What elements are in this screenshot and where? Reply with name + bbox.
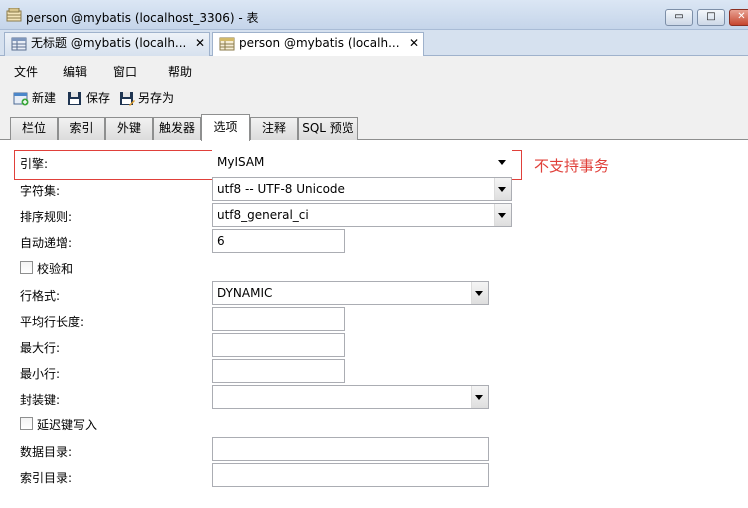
data-directory-input[interactable] (212, 437, 489, 461)
minimize-button[interactable]: ▭ (665, 9, 693, 26)
index-directory-label: 索引目录: (20, 471, 73, 485)
toolbar: 新建 保存 另存为 (0, 84, 748, 114)
tab-indexes[interactable]: 索引 (58, 117, 105, 140)
save-as-button[interactable]: 另存为 (119, 90, 174, 108)
checksum-label: 校验和 (37, 262, 74, 276)
close-window-button[interactable]: ✕ (729, 9, 748, 26)
menu-file[interactable]: 文件 (14, 63, 38, 80)
annotation-note: 不支持事务 (534, 157, 610, 175)
charset-label: 字符集: (20, 184, 61, 198)
doc-tab-label: 无标题 @mybatis (localh... (31, 36, 187, 50)
data-directory-label: 数据目录: (20, 445, 73, 459)
tab-triggers[interactable]: 触发器 (153, 117, 201, 140)
row-format-label: 行格式: (20, 289, 61, 303)
table-icon (11, 37, 27, 51)
avg-row-length-label: 平均行长度: (20, 315, 85, 329)
delay-key-write-label: 延迟键写入 (37, 418, 98, 432)
menu-window[interactable]: 窗口 (113, 63, 137, 80)
chevron-down-icon (475, 395, 483, 400)
options-panel: 不支持事务 引擎: MyISAM 字符集: utf8 -- UTF-8 Unic… (0, 140, 748, 508)
engine-select[interactable]: MyISAM (212, 150, 512, 174)
max-rows-label: 最大行: (20, 341, 61, 355)
min-rows-input[interactable] (212, 359, 345, 383)
doc-tab-person[interactable]: person @mybatis (localh... ✕ (212, 32, 424, 57)
new-label: 新建 (32, 91, 57, 105)
index-directory-input[interactable] (212, 463, 489, 487)
doc-tab-label: person @mybatis (localh... (239, 36, 400, 50)
save-as-icon (120, 92, 135, 106)
charset-select[interactable]: utf8 -- UTF-8 Unicode (212, 177, 512, 201)
avg-row-length-input[interactable] (212, 307, 345, 331)
charset-value: utf8 -- UTF-8 Unicode (217, 182, 345, 196)
chevron-down-icon (498, 160, 506, 165)
chevron-down-icon (498, 187, 506, 192)
collation-label: 排序规则: (20, 210, 73, 224)
tab-options[interactable]: 选项 (201, 114, 250, 141)
collation-select[interactable]: utf8_general_ci (212, 203, 512, 227)
tab-foreign-keys[interactable]: 外键 (105, 117, 153, 140)
menu-help[interactable]: 帮助 (168, 63, 192, 80)
new-button[interactable]: 新建 (13, 90, 56, 108)
save-icon (68, 92, 81, 105)
new-table-icon (13, 92, 29, 106)
save-label: 保存 (86, 91, 111, 105)
tab-fields[interactable]: 栏位 (10, 117, 58, 140)
table-icon (219, 37, 235, 51)
min-rows-label: 最小行: (20, 367, 61, 381)
pack-keys-select[interactable] (212, 385, 489, 409)
title-bar: person @mybatis (localhost_3306) - 表 ▭ □… (0, 0, 748, 30)
engine-label: 引擎: (20, 157, 49, 171)
row-format-value: DYNAMIC (217, 286, 273, 300)
pack-keys-label: 封装键: (20, 393, 61, 407)
engine-value: MyISAM (217, 155, 265, 169)
save-button[interactable]: 保存 (67, 90, 110, 108)
close-tab-icon[interactable]: ✕ (409, 33, 419, 54)
checksum-checkbox[interactable] (20, 261, 33, 274)
auto-increment-label: 自动递增: (20, 236, 73, 250)
chevron-down-icon (498, 213, 506, 218)
max-rows-input[interactable] (212, 333, 345, 357)
menu-bar: 文件 编辑 窗口 帮助 (0, 56, 748, 84)
property-tabs: 栏位 索引 外键 触发器 选项 注释 SQL 预览 (0, 114, 748, 141)
close-tab-icon[interactable]: ✕ (195, 33, 205, 54)
menu-edit[interactable]: 编辑 (63, 63, 87, 80)
document-tabs: 无标题 @mybatis (localh... ✕ person @mybati… (0, 30, 748, 57)
window-title: person @mybatis (localhost_3306) - 表 (26, 11, 259, 25)
delay-key-write-checkbox[interactable] (20, 417, 33, 430)
table-app-icon (6, 8, 22, 22)
row-format-select[interactable]: DYNAMIC (212, 281, 489, 305)
collation-value: utf8_general_ci (217, 208, 309, 222)
tab-sql-preview[interactable]: SQL 预览 (298, 117, 358, 140)
chevron-down-icon (475, 291, 483, 296)
save-as-label: 另存为 (138, 91, 175, 105)
doc-tab-untitled[interactable]: 无标题 @mybatis (localh... ✕ (4, 32, 210, 56)
auto-increment-input[interactable]: 6 (212, 229, 345, 253)
tab-comment[interactable]: 注释 (250, 117, 298, 140)
maximize-button[interactable]: □ (697, 9, 725, 26)
